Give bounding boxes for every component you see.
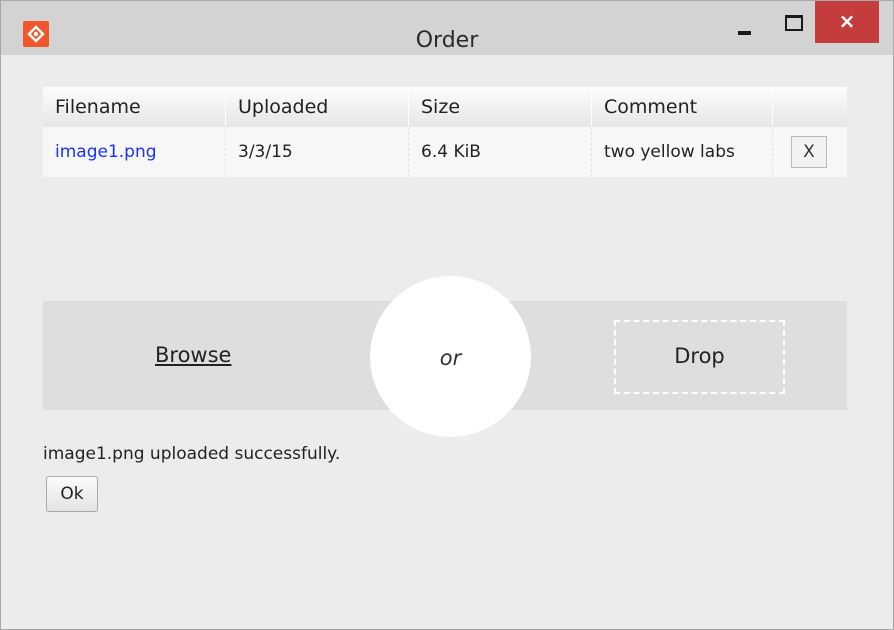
close-icon: × bbox=[838, 9, 856, 33]
file-size-cell: 6.4 KiB bbox=[408, 127, 592, 177]
column-header-comment[interactable]: Comment bbox=[591, 87, 773, 127]
remove-file-button[interactable]: X bbox=[791, 136, 827, 168]
column-header-filename[interactable]: Filename bbox=[43, 87, 226, 127]
browse-link[interactable]: Browse bbox=[155, 343, 231, 367]
close-button[interactable]: × bbox=[815, 1, 879, 43]
minimize-button[interactable] bbox=[727, 9, 771, 45]
table-header-row: Filename Uploaded Size Comment bbox=[43, 87, 847, 127]
column-header-size[interactable]: Size bbox=[408, 87, 592, 127]
status-message: image1.png uploaded successfully. bbox=[43, 444, 341, 464]
table-row: image1.png 3/3/15 6.4 KiB two yellow lab… bbox=[43, 127, 847, 177]
title-bar[interactable]: Order × bbox=[1, 1, 893, 55]
ok-button[interactable]: Ok bbox=[46, 476, 98, 512]
file-table: Filename Uploaded Size Comment image1.pn… bbox=[43, 87, 847, 177]
actions-cell: X bbox=[773, 127, 848, 177]
drop-zone[interactable]: Drop bbox=[614, 320, 785, 394]
or-label: or bbox=[439, 346, 462, 370]
comment-cell: two yellow labs bbox=[591, 127, 773, 177]
column-header-uploaded[interactable]: Uploaded bbox=[225, 87, 409, 127]
minimize-icon bbox=[738, 31, 751, 35]
maximize-icon bbox=[785, 15, 803, 31]
order-window: Order × Filename Uploaded Size Comment i… bbox=[0, 0, 894, 630]
drop-label: Drop bbox=[674, 344, 725, 368]
maximize-button[interactable] bbox=[771, 9, 815, 45]
column-header-actions bbox=[773, 87, 848, 127]
filename-link[interactable]: image1.png bbox=[43, 127, 226, 177]
uploaded-date-cell: 3/3/15 bbox=[225, 127, 409, 177]
or-divider-circle: or bbox=[370, 276, 531, 437]
